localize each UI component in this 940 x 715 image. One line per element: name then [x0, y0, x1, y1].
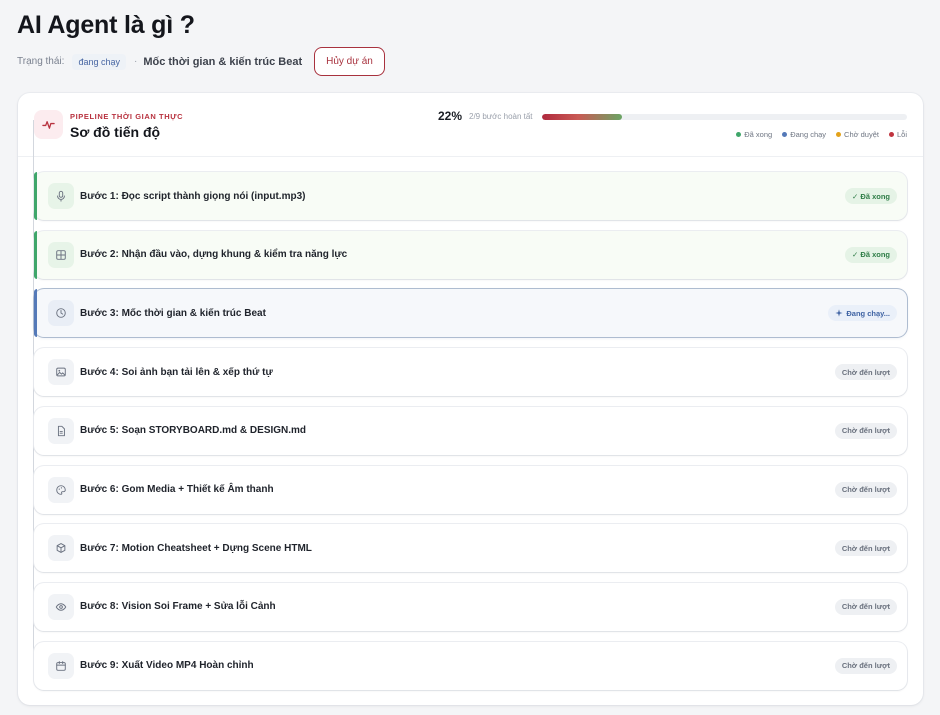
status-row: Trạng thái: đang chạy · Mốc thời gian & …	[17, 47, 385, 76]
step-status-badge: Chờ đến lượt	[834, 422, 897, 439]
step-status-badge: Đang chạy...	[828, 305, 897, 322]
step-label: Bước 8: Vision Soi Frame + Sửa lỗi Cảnh	[80, 601, 276, 613]
step-status-badge: Chờ đến lượt	[834, 481, 897, 498]
step-status-badge: Chờ đến lượt	[834, 540, 897, 557]
step-label: Bước 4: Soi ảnh bạn tải lên & xếp thứ tự	[80, 366, 273, 378]
activity-icon	[34, 110, 63, 139]
legend-error: Lỗi	[888, 130, 907, 139]
step-label: Bước 5: Soạn STORYBOARD.md & DESIGN.md	[80, 425, 307, 437]
cancel-project-button[interactable]: Hủy dự án	[314, 47, 385, 76]
legend-error-label: Lỗi	[896, 130, 907, 139]
legend-waiting-label: Chờ duyệt	[844, 130, 879, 139]
legend-running: Đang chạy	[782, 130, 826, 139]
step-status-badge: Chờ đến lượt	[834, 598, 897, 615]
legend-done-dot	[736, 132, 742, 137]
step-label: Bước 9: Xuất Video MP4 Hoàn chỉnh	[80, 660, 254, 672]
status-legend: Đã xong Đang chạy Chờ duyệt Lỗi	[736, 130, 907, 139]
step-label: Bước 7: Motion Cheatsheet + Dựng Scene H…	[80, 542, 312, 554]
progress-steps-text: 2/9 bước hoàn tất	[469, 112, 533, 121]
step-label: Bước 1: Đọc script thành giọng nói (inpu…	[80, 190, 306, 202]
legend-running-dot	[782, 132, 788, 137]
pipeline-step-4[interactable]: Bước 4: Soi ảnh bạn tải lên & xếp thứ tự…	[34, 348, 907, 397]
step-status-text: Chờ đến lượt	[841, 661, 890, 671]
step-status-badge: ✓ Đã xong	[845, 246, 897, 263]
legend-waiting: Chờ duyệt	[836, 130, 879, 139]
step-status-text: ✓ Đã xong	[852, 250, 890, 260]
step-status-text: Chờ đến lượt	[841, 426, 890, 436]
pipeline-step-8[interactable]: Bước 8: Vision Soi Frame + Sửa lỗi Cảnh C…	[34, 582, 907, 631]
pipeline-step-6[interactable]: Bước 6: Gom Media + Thiết kế Âm thanh Chờ…	[34, 465, 907, 514]
eye-icon	[48, 593, 74, 620]
palette-icon	[48, 476, 74, 503]
legend-running-label: Đang chạy	[790, 130, 827, 139]
page-title: AI Agent là gì ?	[17, 11, 195, 39]
legend-waiting-dot	[836, 132, 842, 137]
current-step-label: Mốc thời gian & kiến trúc Beat	[143, 55, 303, 68]
step-status-text: ✓ Đã xong	[852, 191, 890, 201]
step-status-badge: Chờ đến lượt	[834, 657, 897, 674]
pipeline-title: Sơ đồ tiến độ	[70, 124, 161, 140]
step-status-text: Chờ đến lượt	[841, 485, 890, 494]
legend-done-label: Đã xong	[744, 130, 773, 139]
pipeline-header: PIPELINE THỜI GIAN THỰC Sơ đồ tiến độ 22…	[18, 93, 923, 157]
status-badge: đang chạy	[72, 53, 126, 70]
step-label: Bước 2: Nhận đầu vào, dựng khung & kiểm …	[80, 249, 348, 261]
pipeline-step-5[interactable]: Bước 5: Soạn STORYBOARD.md & DESIGN.md Ch…	[34, 406, 907, 455]
pipeline-kicker: PIPELINE THỜI GIAN THỰC	[70, 112, 184, 121]
pipeline-step-9[interactable]: Bước 9: Xuất Video MP4 Hoàn chỉnh Chờ đến…	[34, 641, 907, 690]
progress-bar	[542, 114, 907, 120]
step-status-text: Chờ đến lượt	[841, 367, 890, 377]
pipeline-step-3[interactable]: Bước 3: Mốc thời gian & kiến trúc Beat Đa…	[34, 289, 907, 338]
step-status-badge: Chờ đến lượt	[834, 364, 897, 381]
step-label: Bước 3: Mốc thời gian & kiến trúc Beat	[80, 307, 266, 319]
status-label: Trạng thái:	[17, 56, 65, 67]
image-icon	[48, 359, 74, 386]
legend-done: Đã xong	[736, 130, 772, 139]
progress-bar-fill	[542, 114, 623, 120]
sparkle-icon	[835, 309, 843, 317]
status-separator: ·	[133, 56, 138, 67]
step-status-text: Đang chạy...	[846, 308, 890, 318]
pipeline-step-1[interactable]: Bước 1: Đọc script thành giọng nói (inpu…	[34, 172, 907, 220]
grid-icon	[48, 241, 74, 268]
step-status-text: Chờ đến lượt	[841, 543, 890, 553]
progress-percent: 22%	[438, 109, 463, 123]
pipeline-step-7[interactable]: Bước 7: Motion Cheatsheet + Dựng Scene H…	[34, 524, 907, 573]
document-icon	[48, 417, 74, 444]
mic-icon	[48, 183, 74, 209]
pipeline-step-2[interactable]: Bước 2: Nhận đầu vào, dựng khung & kiểm …	[34, 230, 907, 279]
step-status-badge: ✓ Đã xong	[845, 188, 897, 204]
legend-error-dot	[888, 132, 894, 137]
step-label: Bước 6: Gom Media + Thiết kế Âm thanh	[80, 484, 274, 495]
cube-icon	[48, 535, 74, 562]
clock-icon	[48, 300, 74, 327]
calendar-icon	[48, 652, 74, 679]
step-status-text: Chờ đến lượt	[841, 602, 890, 612]
